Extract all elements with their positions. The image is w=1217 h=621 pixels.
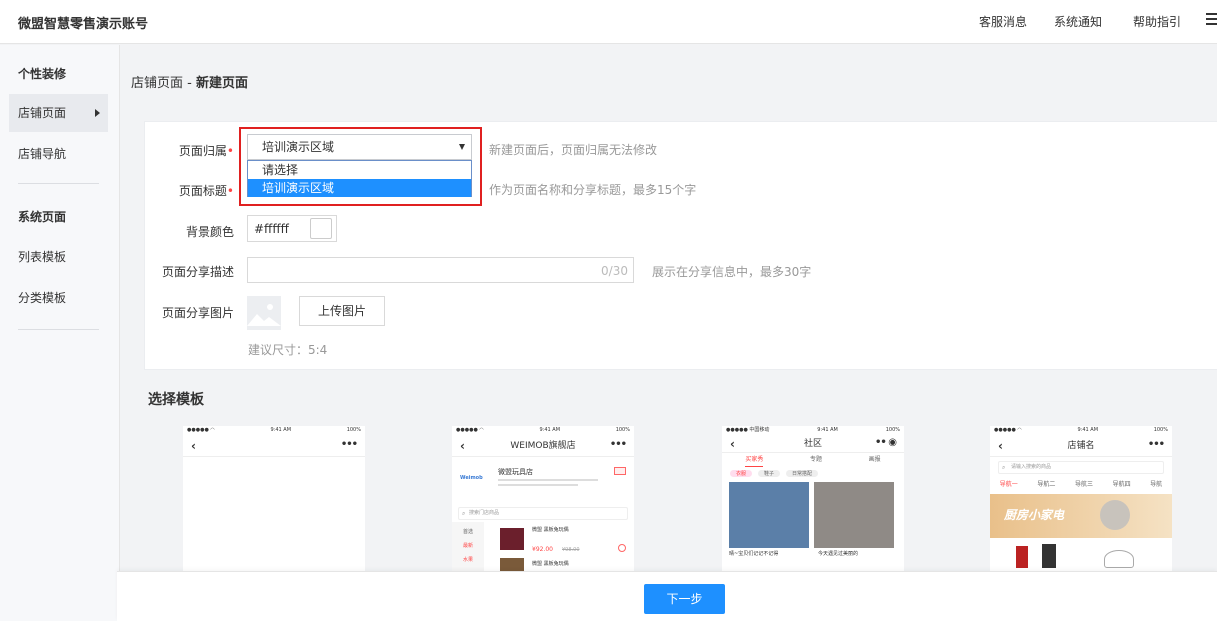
belong-select[interactable]: 培训演示区域 (247, 134, 472, 160)
dropdown-arrow-icon (459, 144, 465, 150)
caret-right-icon (95, 109, 100, 117)
sidebar-group-system: 系统页面 (18, 210, 67, 224)
community-tags: 衣服 鞋子 日常搭配 (722, 467, 904, 480)
back-icon: ‹ (460, 439, 465, 453)
belong-label: 页面归属• (178, 144, 234, 158)
phone-status-bar: ●●●●● ◠ 9:41 AM 100% (187, 427, 361, 433)
upload-image-button[interactable]: 上传图片 (299, 296, 385, 326)
share-desc-hint: 展示在分享信息中，最多30字 (652, 265, 812, 279)
sidebar-divider (18, 329, 99, 330)
dropdown-option[interactable]: 请选择 (248, 161, 471, 179)
size-hint: 建议尺寸：5:4 (248, 343, 328, 357)
image-placeholder-icon (247, 296, 281, 330)
belong-dropdown: 请选择 培训演示区域 (247, 160, 472, 197)
search-bar: ⌕ 搜索门店商品 (458, 507, 628, 520)
sidebar-group-decoration: 个性装修 (18, 67, 67, 81)
app-title: 微盟智慧零售演示账号 (18, 17, 149, 32)
shop-header: Weimob 微盟玩具店 (452, 457, 634, 505)
sidebar-item-store-nav[interactable]: 店铺导航 (9, 135, 108, 173)
help-link[interactable]: 帮助指引 (1133, 13, 1181, 30)
bg-color-picker[interactable]: #ffffff (247, 215, 337, 242)
title-label: 页面标题• (178, 184, 234, 198)
color-swatch[interactable] (310, 218, 332, 239)
breadcrumb-current: 新建页面 (195, 76, 248, 91)
breadcrumb: 店铺页面 - 新建页面 (131, 72, 248, 91)
char-counter: 0/30 (601, 264, 628, 278)
share-image-label: 页面分享图片 (161, 306, 234, 320)
menu-icon[interactable] (1206, 13, 1217, 27)
phone-status-bar: ●●●●● ◠ 9:41 AM 100% (994, 427, 1168, 433)
belong-hint: 新建页面后，页面归属无法修改 (489, 143, 658, 157)
back-icon: ‹ (191, 439, 196, 453)
back-icon: ‹ (730, 437, 735, 451)
more-icon: •• ◉ (875, 437, 897, 448)
sidebar-item-label: 店铺页面 (18, 106, 67, 120)
more-icon: ••• (609, 439, 627, 450)
shop-nav-tabs: 导航一 导航二 导航三 导航四 导航 (999, 481, 1163, 488)
dropdown-option-selected[interactable]: 培训演示区域 (248, 179, 471, 197)
shop-logo: Weimob (460, 475, 483, 481)
shop-banner: 厨房小家电 (990, 494, 1172, 538)
bg-color-value: #ffffff (254, 222, 289, 236)
share-desc-input[interactable]: 0/30 (247, 257, 634, 283)
community-posts: 晴~宝贝们记记不记得 今天遇见过美丽的 (722, 480, 904, 560)
app-root: 微盟智慧零售演示账号 客服消息 系统通知 帮助指引 个性装修 店铺页面 店铺导航… (0, 0, 1217, 621)
customer-message-link[interactable]: 客服消息 (979, 13, 1027, 30)
more-icon: ••• (1147, 439, 1165, 450)
phone-nav-bar: ‹ ••• (183, 435, 365, 457)
sidebar: 个性装修 店铺页面 店铺导航 系统页面 列表模板 分类模板 (0, 45, 120, 621)
top-bar: 微盟智慧零售演示账号 客服消息 系统通知 帮助指引 (0, 0, 1217, 44)
next-step-button[interactable]: 下一步 (644, 584, 725, 614)
more-icon: ••• (340, 439, 358, 450)
section-title-templates: 选择模板 (148, 392, 204, 408)
phone-nav-bar: ‹ 店铺名 ••• (990, 435, 1172, 457)
category-list: 首选 最新 水果 微盟 黑板兔玩偶 ¥92.00 ¥98.00 微盟 黑板兔玩偶 (452, 522, 634, 571)
breadcrumb-parent[interactable]: 店铺页面 - (131, 76, 192, 91)
belong-select-value: 培训演示区域 (262, 140, 335, 154)
bg-color-label: 背景颜色 (185, 225, 234, 239)
system-notice-link[interactable]: 系统通知 (1054, 13, 1102, 30)
sidebar-item-list-template[interactable]: 列表模板 (9, 238, 108, 276)
product-row (990, 538, 1172, 568)
title-hint: 作为页面名称和分享标题，最多15个字 (489, 183, 697, 197)
sidebar-divider (18, 183, 99, 184)
phone-nav-bar: ‹ WEIMOB旗舰店 ••• (452, 435, 634, 457)
community-tabs: 买家秀 专题 画报 (722, 453, 904, 467)
template-card-community[interactable]: ●●●●● 中国移动 9:41 AM 100% ‹ 社区 •• ◉ 买家秀 专题 画报 … (722, 426, 904, 571)
template-card-blank[interactable]: ●●●●● ◠ 9:41 AM 100% ‹ ••• (183, 426, 365, 571)
phone-status-bar: ●●●●● ◠ 9:41 AM 100% (456, 427, 630, 433)
back-icon: ‹ (998, 439, 1003, 453)
phone-nav-bar: ‹ 社区 •• ◉ (722, 435, 904, 453)
template-card-shop-nav[interactable]: ●●●●● ◠ 9:41 AM 100% ‹ 店铺名 ••• ⌕ 请输入搜索的商品 导航一… (990, 426, 1172, 571)
search-bar: ⌕ 请输入搜索的商品 (998, 461, 1164, 474)
template-card-store[interactable]: ●●●●● ◠ 9:41 AM 100% ‹ WEIMOB旗舰店 ••• Weimob … (452, 426, 634, 571)
sidebar-item-store-page[interactable]: 店铺页面 (9, 94, 108, 132)
share-desc-label: 页面分享描述 (161, 265, 234, 279)
sidebar-item-category-template[interactable]: 分类模板 (9, 279, 108, 317)
